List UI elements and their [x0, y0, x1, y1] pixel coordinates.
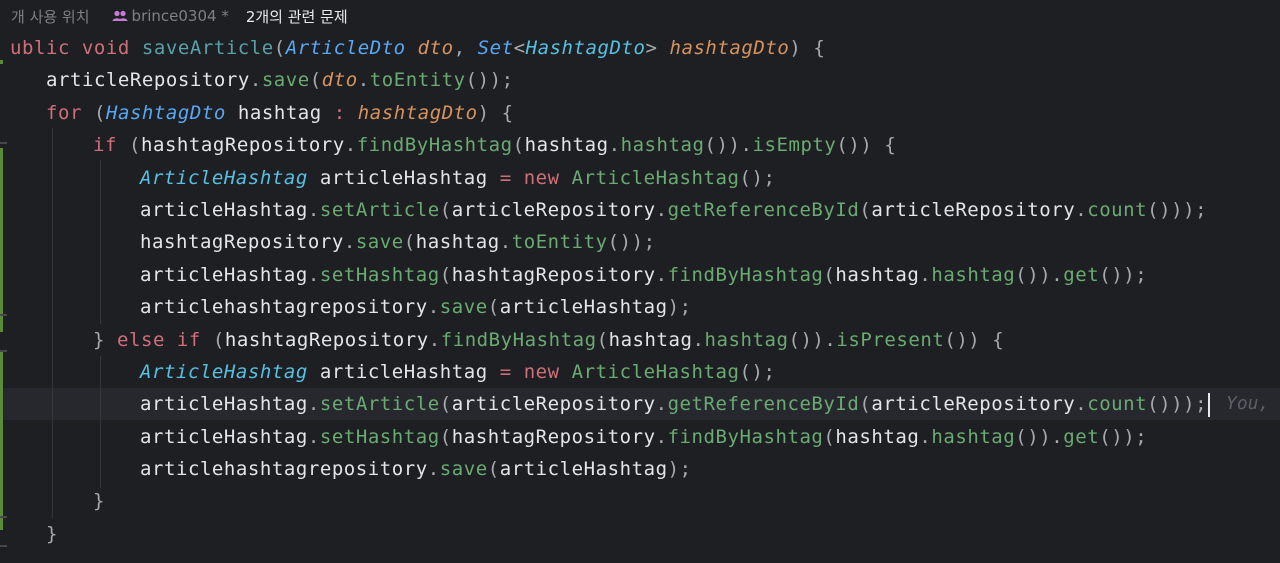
code-vision-bar: 개 사용 위치 brince0304 * 2개의 관련 문제 [0, 0, 1280, 32]
code-line: articleHashtag.setHashtag(hashtagReposit… [140, 425, 1148, 448]
fold-marker[interactable] [0, 314, 7, 316]
code-line: articleRepository.save(dto.toEntity()); [46, 69, 514, 92]
people-icon [112, 10, 128, 21]
inline-blame-hint[interactable]: You, [1226, 388, 1269, 420]
usages-hint[interactable]: 개 사용 위치 [11, 6, 90, 27]
code-line: } [93, 490, 105, 513]
code-line: } [46, 522, 58, 545]
code-line: articleHashtag.setArticle(articleReposit… [140, 198, 1208, 221]
text-caret [1208, 392, 1211, 417]
fold-marker[interactable] [0, 545, 7, 547]
author-hint[interactable]: brince0304 * [112, 7, 229, 25]
code-line: if (hashtagRepository.findByHashtag(hash… [93, 134, 897, 157]
code-line: ublic void saveArticle(ArticleDto dto, S… [10, 37, 826, 59]
vcs-change-marker[interactable] [0, 60, 3, 64]
code-line-current: articleHashtag.setArticle(articleReposit… [10, 388, 1211, 420]
code-editor[interactable]: ublic void saveArticle(ArticleDto dto, S… [10, 32, 1211, 550]
fold-marker[interactable] [0, 516, 7, 518]
author-name: brince0304 * [131, 7, 229, 25]
code-line: ArticleHashtag articleHashtag = new Arti… [140, 360, 776, 383]
vcs-change-marker[interactable] [0, 350, 3, 530]
fold-marker[interactable] [0, 350, 7, 352]
code-line: articlehashtagrepository.save(articleHas… [140, 296, 692, 319]
fold-marker[interactable] [0, 142, 7, 144]
code-line: articleHashtag.setHashtag(hashtagReposit… [140, 263, 1148, 286]
code-line: ArticleHashtag articleHashtag = new Arti… [140, 166, 776, 189]
code-line: } else if (hashtagRepository.findByHasht… [93, 328, 1005, 351]
related-problems-hint[interactable]: 2개의 관련 문제 [246, 6, 348, 27]
vcs-change-marker[interactable] [0, 148, 3, 332]
code-line: hashtagRepository.save(hashtag.toEntity(… [140, 231, 656, 254]
code-line: articlehashtagrepository.save(articleHas… [140, 458, 692, 481]
code-line: for (HashtagDto hashtag : hashtagDto) { [46, 101, 514, 124]
